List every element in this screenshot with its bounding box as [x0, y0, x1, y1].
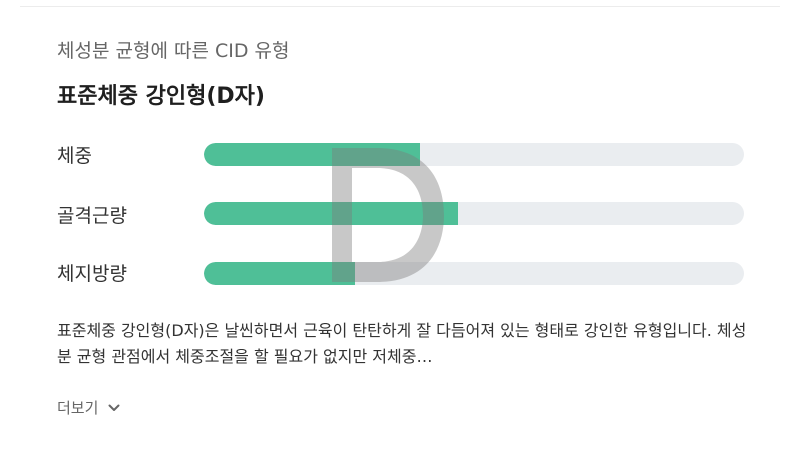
weight-bar	[204, 143, 744, 166]
more-button[interactable]: 더보기	[57, 397, 120, 418]
fat-bar	[204, 262, 744, 285]
more-label: 더보기	[57, 399, 99, 417]
cid-type-subtitle: 체성분 균형에 따른 CID 유형	[57, 40, 290, 62]
chevron-down-icon	[108, 404, 120, 411]
row-label-muscle: 골격근량	[57, 205, 127, 227]
cid-type-description: 표준체중 강인형(D자)은 날씬하면서 근육이 탄탄하게 잘 다듬어져 있는 형…	[57, 321, 747, 366]
top-divider	[20, 6, 780, 7]
row-label-weight: 체중	[57, 145, 92, 167]
cid-type-title: 표준체중 강인형(D자)	[57, 84, 265, 109]
muscle-bar	[204, 202, 744, 225]
d-shape-overlay	[332, 148, 444, 282]
row-label-fat: 체지방량	[57, 263, 127, 285]
